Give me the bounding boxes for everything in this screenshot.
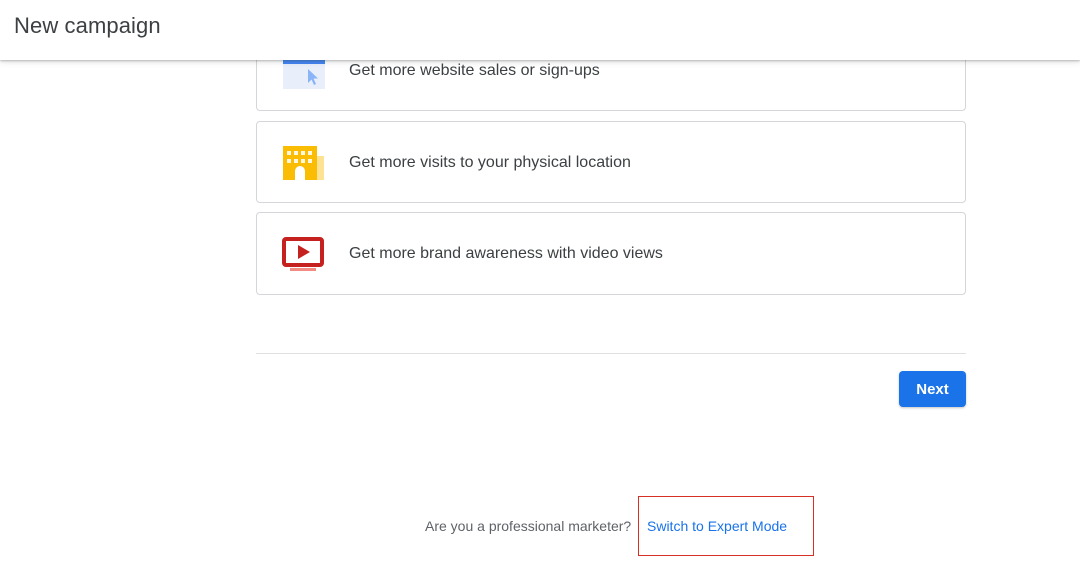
option-card-video-views[interactable]: Get more brand awareness with video view…	[256, 212, 966, 295]
campaign-page: New campaign Get more website sales or s…	[0, 0, 1080, 563]
option-label: Get more website sales or sign-ups	[349, 62, 600, 79]
next-button[interactable]: Next	[899, 371, 966, 407]
storefront-icon	[282, 144, 326, 182]
section-divider	[256, 353, 966, 354]
website-cursor-icon	[282, 59, 326, 97]
expert-mode-prompt: Are you a professional marketer?	[425, 518, 632, 534]
option-label: Get more brand awareness with video view…	[349, 245, 663, 262]
page-title: New campaign	[14, 13, 161, 38]
option-card-physical-location[interactable]: Get more visits to your physical locatio…	[256, 121, 966, 203]
switch-to-expert-mode-link[interactable]: Switch to Expert Mode	[647, 518, 787, 534]
video-play-icon	[282, 235, 326, 273]
option-label: Get more visits to your physical locatio…	[349, 154, 631, 171]
app-header: New campaign	[0, 0, 1080, 60]
